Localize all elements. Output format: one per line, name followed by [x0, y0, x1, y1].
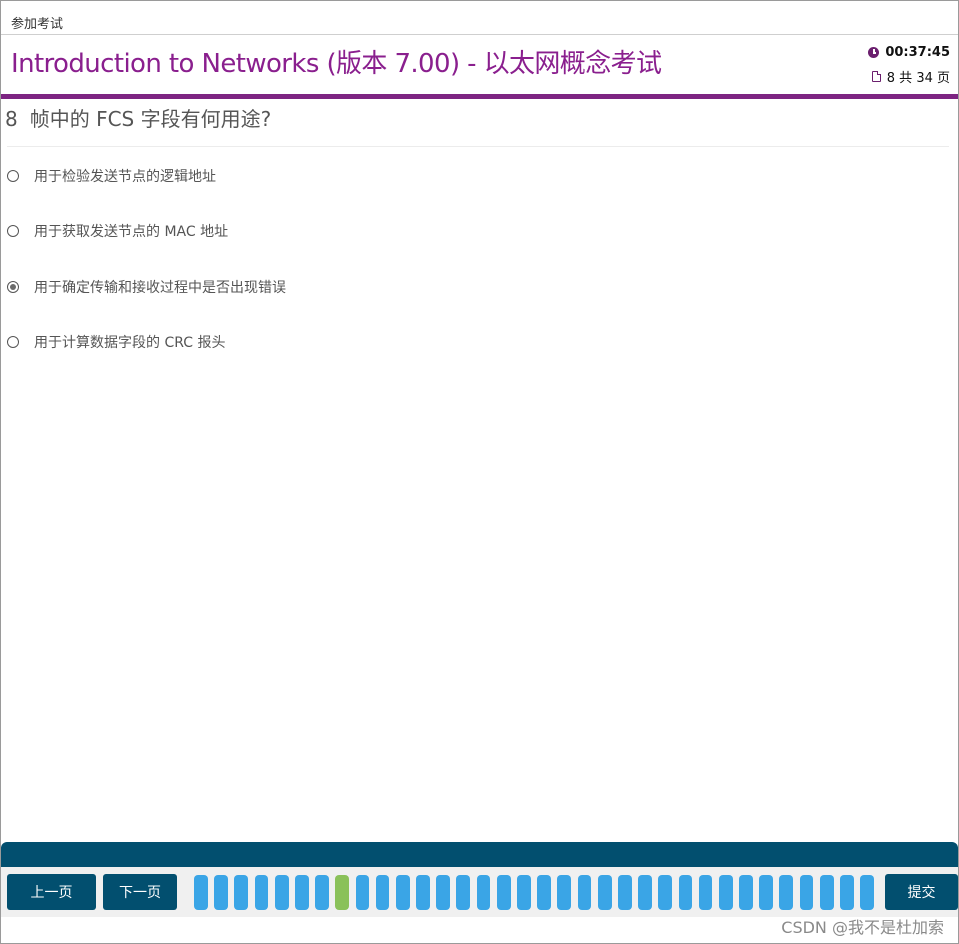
- page-6-button[interactable]: [294, 875, 309, 910]
- submit-button[interactable]: 提交: [885, 874, 958, 910]
- page-4-button[interactable]: [254, 875, 269, 910]
- page-18-button[interactable]: [537, 875, 551, 910]
- page-24-button[interactable]: [658, 875, 673, 910]
- radio-button[interactable]: [7, 336, 19, 348]
- radio-button[interactable]: [7, 225, 19, 237]
- page-15-button[interactable]: [476, 875, 491, 910]
- next-page-button[interactable]: 下一页: [103, 874, 177, 910]
- page-7-button[interactable]: [315, 875, 329, 910]
- answer-option-1[interactable]: 用于检验发送节点的逻辑地址: [7, 166, 216, 186]
- question-text: 帧中的 FCS 字段有何用途?: [29, 107, 272, 131]
- answer-option-4[interactable]: 用于计算数据字段的 CRC 报头: [7, 332, 225, 352]
- navigation-bar: 上一页 下一页 提交: [1, 867, 958, 917]
- page-9-button[interactable]: [355, 875, 370, 910]
- answer-option-label: 用于获取发送节点的 MAC 地址: [34, 224, 229, 240]
- timer-value: 00:37:45: [885, 45, 950, 60]
- timer: 00:37:45: [868, 45, 950, 60]
- page-indicator: 8 共 34 页: [871, 67, 950, 86]
- page-navigator: [194, 875, 877, 910]
- page-34-button[interactable]: [860, 875, 874, 910]
- page-1-button[interactable]: [194, 875, 208, 910]
- page-31-button[interactable]: [799, 875, 814, 910]
- page-20-button[interactable]: [577, 875, 592, 910]
- header-accent-bar: [1, 94, 958, 99]
- page-17-button[interactable]: [517, 875, 531, 910]
- page-12-button[interactable]: [416, 875, 430, 910]
- window-title: 参加考试: [11, 17, 64, 32]
- clock-icon: [868, 47, 880, 58]
- page-25-button[interactable]: [678, 875, 693, 910]
- answer-option-label: 用于确定传输和接收过程中是否出现错误: [34, 280, 286, 296]
- page-16-button[interactable]: [496, 875, 511, 910]
- answer-option-label: 用于计算数据字段的 CRC 报头: [34, 335, 226, 351]
- page-3-button[interactable]: [234, 875, 249, 910]
- question-divider: [7, 146, 949, 147]
- question-title: 8 帧中的 FCS 字段有何用途?: [5, 103, 271, 132]
- radio-button[interactable]: [7, 170, 19, 182]
- page-28-button[interactable]: [739, 875, 753, 910]
- page-26-button[interactable]: [698, 875, 713, 910]
- page-27-button[interactable]: [718, 875, 733, 910]
- answer-option-3[interactable]: 用于确定传输和接收过程中是否出现错误: [7, 277, 286, 297]
- page-33-button[interactable]: [840, 875, 854, 910]
- answer-option-2[interactable]: 用于获取发送节点的 MAC 地址: [7, 221, 228, 241]
- watermark: CSDN @我不是杜加索: [781, 918, 944, 937]
- page-5-button[interactable]: [274, 875, 289, 910]
- page-32-button[interactable]: [819, 875, 834, 910]
- page-10-button[interactable]: [375, 875, 390, 910]
- title-divider: [1, 34, 958, 35]
- exam-window: 参加考试 Introduction to Networks (版本 7.00) …: [0, 0, 959, 944]
- page-23-button[interactable]: [638, 875, 652, 910]
- previous-page-button[interactable]: 上一页: [7, 874, 96, 910]
- answer-option-label: 用于检验发送节点的逻辑地址: [34, 169, 216, 185]
- page-icon: [871, 70, 882, 82]
- footer-band: [1, 842, 958, 867]
- page-8-button[interactable]: [335, 875, 350, 910]
- page-11-button[interactable]: [395, 875, 410, 910]
- page-30-button[interactable]: [779, 875, 794, 910]
- page-21-button[interactable]: [597, 875, 612, 910]
- page-indicator-text: 8 共 34 页: [886, 71, 950, 86]
- page-29-button[interactable]: [759, 875, 774, 910]
- page-13-button[interactable]: [436, 875, 451, 910]
- radio-button[interactable]: [7, 281, 19, 293]
- page-19-button[interactable]: [557, 875, 572, 910]
- page-22-button[interactable]: [617, 875, 632, 910]
- page-14-button[interactable]: [456, 875, 471, 910]
- exam-title: Introduction to Networks (版本 7.00) - 以太网…: [11, 49, 662, 79]
- page-2-button[interactable]: [214, 875, 228, 910]
- question-number: 8: [5, 107, 18, 131]
